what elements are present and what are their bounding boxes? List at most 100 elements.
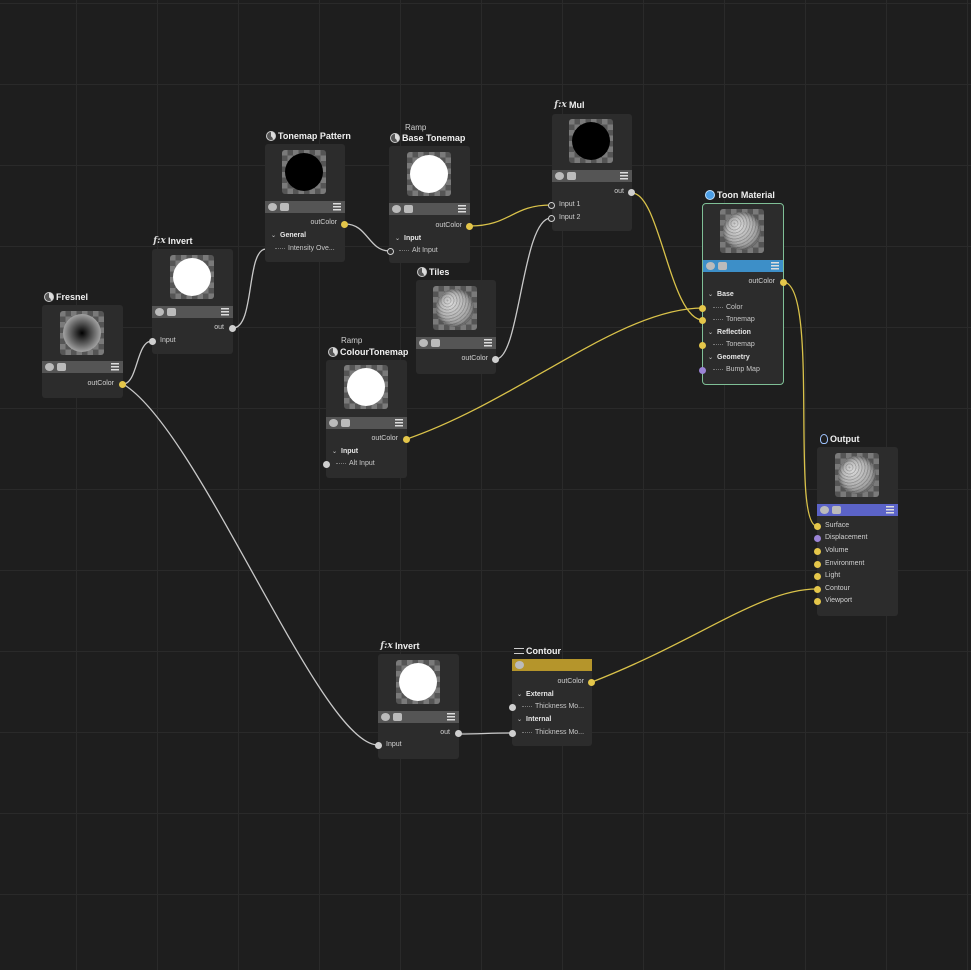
tiles-node[interactable]: outColor	[416, 280, 499, 374]
output-displacement-port[interactable]	[814, 535, 821, 542]
output-environment-port[interactable]	[814, 561, 821, 568]
output-light-port[interactable]	[814, 573, 821, 580]
settings-icon[interactable]	[392, 205, 401, 213]
menu-icon[interactable]	[395, 419, 403, 427]
invert2-out-port[interactable]	[455, 730, 462, 737]
contour-out-port[interactable]	[588, 679, 595, 686]
mul-in1-port[interactable]	[548, 202, 555, 209]
image-icon[interactable]	[280, 203, 289, 211]
output-volume-port[interactable]	[814, 548, 821, 555]
base-tonemap-node[interactable]: outColor ⌄ Input Alt Input	[387, 146, 473, 263]
fresnel-toolbar	[42, 361, 123, 373]
toon-material-node[interactable]: outColor ⌄ Base Color Tonemap ⌄ Reflection…	[699, 203, 787, 385]
mul-out-port[interactable]	[628, 189, 635, 196]
toon-bump-field: Bump Map	[713, 366, 760, 373]
invert1-in-port[interactable]	[149, 338, 156, 345]
invert2-toolbar	[378, 711, 459, 723]
group-label: Geometry	[717, 354, 750, 361]
colour-tonemap-node[interactable]: outColor ⌄ Input Alt Input	[323, 360, 410, 478]
contour-group-internal[interactable]: ⌄ Internal	[517, 716, 551, 723]
base-tonemap-alt-port[interactable]	[387, 248, 394, 255]
menu-icon[interactable]	[458, 205, 466, 213]
settings-icon[interactable]	[155, 308, 164, 316]
field-label: Alt Input	[412, 247, 438, 254]
contour-group-external[interactable]: ⌄ External	[517, 691, 554, 698]
toon-group-base[interactable]: ⌄ Base	[708, 291, 734, 298]
output-surface-port[interactable]	[814, 523, 821, 530]
output-node[interactable]: Surface Displacement Volume Environment …	[814, 447, 898, 616]
settings-icon[interactable]	[555, 172, 564, 180]
toon-reflection-tonemap-port[interactable]	[699, 342, 706, 349]
field-label: Thickness Mo...	[535, 729, 585, 736]
settings-icon[interactable]	[706, 262, 715, 270]
mul-node[interactable]: out Input 1 Input 2	[548, 114, 635, 231]
settings-icon[interactable]	[381, 713, 390, 721]
settings-icon[interactable]	[329, 419, 338, 427]
invert2-in-port[interactable]	[375, 742, 382, 749]
output-contour-port[interactable]	[814, 586, 821, 593]
mul-in2-port[interactable]	[548, 215, 555, 222]
contour-toolbar	[512, 659, 592, 671]
image-icon[interactable]	[57, 363, 66, 371]
colour-tonemap-out-port[interactable]	[403, 436, 410, 443]
toon-color-port[interactable]	[699, 305, 706, 312]
menu-icon[interactable]	[620, 172, 628, 180]
toon-material-out-label: outColor	[748, 278, 775, 285]
image-icon[interactable]	[404, 205, 413, 213]
chevron-down-icon: ⌄	[332, 449, 338, 455]
tiles-out-port[interactable]	[492, 356, 499, 363]
tonemap-pattern-group-general[interactable]: ⌄ General	[271, 232, 306, 239]
image-icon[interactable]	[567, 172, 576, 180]
colour-tonemap-alt-port[interactable]	[323, 461, 330, 468]
colour-tonemap-group-input[interactable]: ⌄ Input	[332, 448, 358, 455]
image-icon[interactable]	[341, 419, 350, 427]
output-viewport-port[interactable]	[814, 598, 821, 605]
fresnel-node[interactable]: outColor	[42, 305, 126, 398]
fresnel-out-port[interactable]	[119, 381, 126, 388]
invert1-node[interactable]: out Input	[149, 249, 236, 354]
field-label: Intensity Ove...	[288, 245, 335, 252]
chevron-down-icon: ⌄	[708, 330, 714, 336]
contour-thickness1-port[interactable]	[509, 704, 516, 711]
output-surface-label: Surface	[825, 522, 850, 529]
fresnel-out-label: outColor	[87, 380, 114, 387]
menu-icon[interactable]	[771, 262, 779, 270]
image-icon[interactable]	[832, 506, 841, 514]
invert1-out-port[interactable]	[229, 325, 236, 332]
invert2-out-label: out	[440, 729, 450, 736]
settings-icon[interactable]	[268, 203, 277, 211]
base-tonemap-group-input[interactable]: ⌄ Input	[395, 235, 421, 242]
invert2-node[interactable]: out Input	[375, 654, 462, 759]
field-label: Bump Map	[726, 366, 760, 373]
tonemap-pattern-field: Intensity Ove...	[275, 245, 335, 252]
toon-tonemap-port[interactable]	[699, 317, 706, 324]
menu-icon[interactable]	[484, 339, 492, 347]
settings-icon[interactable]	[820, 506, 829, 514]
toon-group-geometry[interactable]: ⌄ Geometry	[708, 354, 750, 361]
toon-color-field: Color	[713, 304, 743, 311]
contour-thickness2-port[interactable]	[509, 730, 516, 737]
chevron-down-icon: ⌄	[708, 292, 714, 298]
menu-icon[interactable]	[447, 713, 455, 721]
tonemap-pattern-out-port[interactable]	[341, 221, 348, 228]
invert1-toolbar	[152, 306, 233, 318]
toon-material-out-port[interactable]	[780, 279, 787, 286]
image-icon[interactable]	[431, 339, 440, 347]
menu-icon[interactable]	[111, 363, 119, 371]
menu-icon[interactable]	[221, 308, 229, 316]
tonemap-pattern-node[interactable]: outColor ⌄ General Intensity Ove...	[265, 144, 348, 262]
output-displacement-label: Displacement	[825, 534, 868, 541]
settings-icon[interactable]	[419, 339, 428, 347]
base-tonemap-out-port[interactable]	[466, 223, 473, 230]
toon-bump-port[interactable]	[699, 367, 706, 374]
menu-icon[interactable]	[886, 506, 894, 514]
image-icon[interactable]	[393, 713, 402, 721]
fresnel-title-text: Fresnel	[56, 292, 89, 302]
settings-icon[interactable]	[515, 661, 524, 669]
image-icon[interactable]	[167, 308, 176, 316]
contour-node[interactable]: outColor ⌄ External Thickness Mo... ⌄ Inte…	[509, 659, 595, 746]
settings-icon[interactable]	[45, 363, 54, 371]
toon-group-reflection[interactable]: ⌄ Reflection	[708, 329, 751, 336]
menu-icon[interactable]	[333, 203, 341, 211]
image-icon[interactable]	[718, 262, 727, 270]
